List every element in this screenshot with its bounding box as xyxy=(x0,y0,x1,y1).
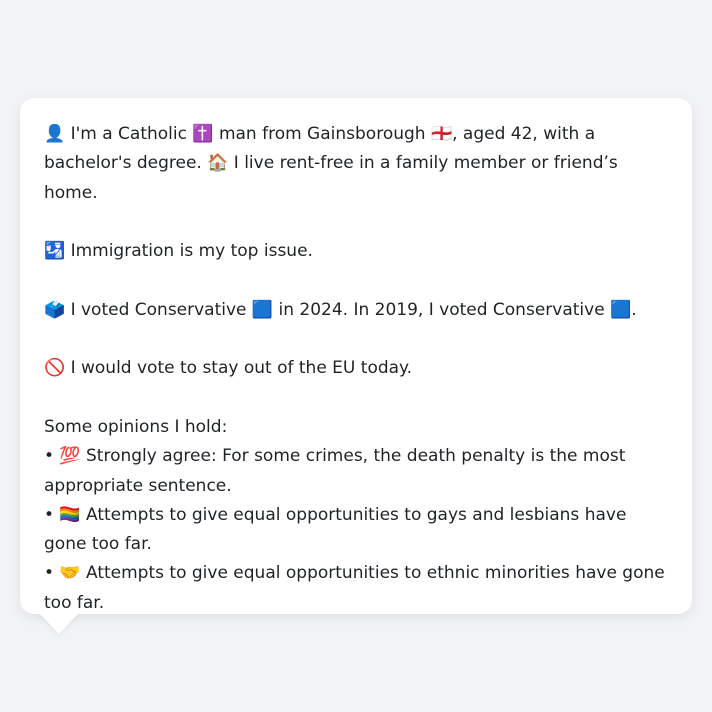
top-issue: 🛂 Immigration is my top issue. xyxy=(44,241,313,262)
opinion-item: • 💯 Strongly agree: For some crimes, the… xyxy=(44,446,626,496)
eu-stance: 🚫 I would vote to stay out of the EU tod… xyxy=(44,358,413,379)
opinion-item: • 🤝 Attempts to give equal opportunities… xyxy=(44,563,665,613)
opinion-item: • 🏳️‍🌈 Attempts to give equal opportunit… xyxy=(44,504,627,555)
bubble-tail xyxy=(38,612,80,634)
opinions-heading: Some opinions I hold: xyxy=(44,416,228,437)
message-bubble: 👤 I'm a Catholic ✝️ man from Gainsboroug… xyxy=(20,98,692,614)
voting-history: 🗳️ I voted Conservative 🟦 in 2024. In 20… xyxy=(44,299,637,320)
persona-intro: 👤 I'm a Catholic ✝️ man from Gainsboroug… xyxy=(44,124,618,203)
